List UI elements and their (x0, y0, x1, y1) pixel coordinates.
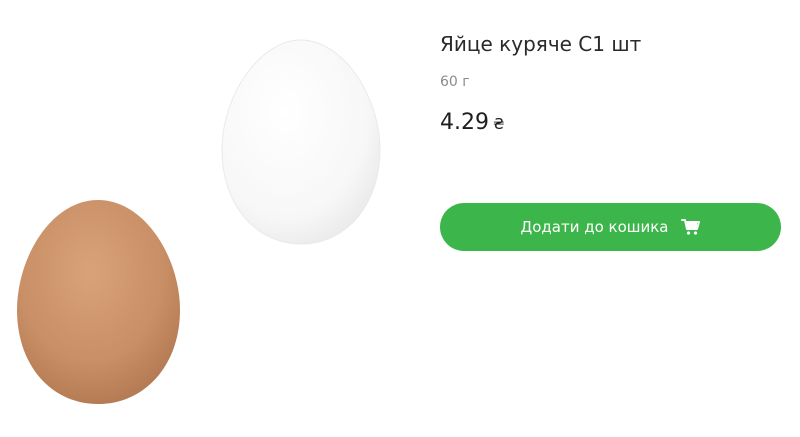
product-card: Яйце куряче С1 шт 60 г 4.29 ₴ Додати до … (0, 0, 800, 437)
price-value: 4.29 (440, 110, 489, 135)
product-info: Яйце куряче С1 шт 60 г 4.29 ₴ Додати до … (440, 30, 785, 251)
add-to-cart-label: Додати до кошика (520, 218, 669, 236)
product-title: Яйце куряче С1 шт (440, 32, 642, 56)
brown-egg (17, 200, 180, 404)
add-to-cart-button[interactable]: Додати до кошика (440, 203, 781, 251)
product-weight: 60 г (440, 74, 470, 90)
eggs-image (17, 39, 381, 404)
white-egg (221, 39, 381, 245)
product-price: 4.29 ₴ (440, 108, 785, 138)
cart-icon (680, 219, 700, 235)
price-currency: ₴ (492, 115, 505, 133)
product-image (0, 0, 420, 437)
